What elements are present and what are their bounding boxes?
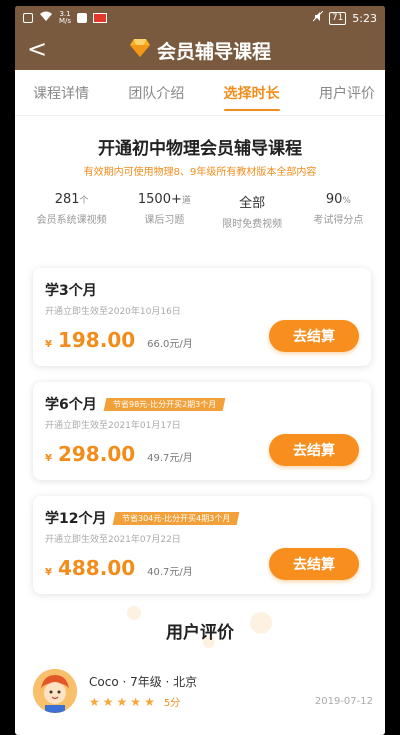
review-score: 5分 — [163, 698, 181, 709]
stat-label: 课后习题 — [144, 215, 185, 226]
course-intro: 开通初中物理会员辅导课程 有效期内可使用物理8、9年级所有教材版本全部内容 — [15, 116, 385, 178]
decorative-bubble — [127, 606, 141, 620]
stat-videos: 281个 会员系统课视频 — [37, 192, 107, 230]
savings-badge-text: 节省304元-比分开买4期3个月 — [122, 513, 231, 523]
notification-icon — [77, 13, 88, 23]
course-subtitle: 有效期内可使用物理8、9年级所有教材版本全部内容 — [83, 167, 317, 178]
star-icon: ★ — [102, 694, 114, 709]
network-speed-unit: M/s — [59, 17, 72, 25]
stat-unit: 个 — [79, 196, 89, 206]
review-item: Coco · 7年级 · 北京 ★ ★ ★ ★ ★ 5分 2019-07-12 — [15, 659, 385, 713]
star-icon: ★ — [89, 694, 100, 709]
checkout-button[interactable]: 去结算 — [269, 320, 359, 352]
clock: 5:23 — [352, 11, 377, 25]
stat-value: 90 — [325, 192, 343, 207]
plan-card-3-months[interactable]: 学3个月 开通立即生效至2020年10月16日 ¥ 198.00 66.0元/月… — [33, 268, 371, 366]
stat-unit: % — [342, 196, 351, 206]
stat-value: 281 — [54, 192, 80, 207]
tab-bar: 课程详情 团队介绍 选择时长 用户评价 — [15, 70, 385, 116]
page-title: 会员辅导课程 — [129, 37, 271, 64]
status-bar: 3.1 M/s 71 5:23 — [15, 6, 385, 30]
plan-validity: 开通立即生效至2020年10月16日 — [45, 307, 181, 317]
plan-list: 学3个月 开通立即生效至2020年10月16日 ¥ 198.00 66.0元/月… — [15, 268, 385, 594]
back-button[interactable]: < — [23, 36, 51, 64]
decorative-bubble — [250, 612, 272, 634]
stat-label: 考试得分点 — [313, 215, 364, 226]
back-arrow-icon: < — [26, 35, 48, 63]
course-stats: 281个 会员系统课视频 1500+道 课后习题 全部 限时免费视频 90% 考… — [15, 192, 385, 230]
review-rating: ★ ★ ★ ★ ★ 5分 — [89, 694, 315, 710]
app-screen: 3.1 M/s 71 5:23 < 会员辅导课程 课程详情 团队介绍 选择时长 … — [15, 6, 385, 735]
star-icon: ★ — [116, 694, 128, 709]
tab-course-details[interactable]: 课程详情 — [33, 73, 89, 113]
avatar — [33, 669, 77, 713]
star-icon: ★ — [130, 694, 142, 709]
currency-symbol: ¥ — [45, 453, 52, 464]
diamond-icon — [129, 38, 151, 63]
savings-badge-text: 节省98元-比分开买2期3个月 — [112, 399, 216, 409]
mute-icon — [312, 10, 324, 25]
plan-price: 488.00 — [57, 556, 136, 580]
checkout-button[interactable]: 去结算 — [269, 434, 359, 466]
stat-score-points: 90% 考试得分点 — [313, 192, 363, 230]
review-user: Coco · 7年级 · 北京 — [89, 675, 198, 689]
plan-monthly-price: 49.7元/月 — [147, 453, 193, 464]
network-speed: 3.1 M/s — [59, 11, 71, 25]
plan-name: 学3个月 — [45, 283, 97, 299]
tab-choose-duration[interactable]: 选择时长 — [223, 73, 280, 113]
stat-value: 1500+ — [137, 192, 182, 207]
plan-card-6-months[interactable]: 学6个月 节省98元-比分开买2期3个月 开通立即生效至2021年01月17日 … — [33, 382, 371, 480]
stat-value: 全部 — [239, 196, 266, 211]
currency-symbol: ¥ — [45, 339, 52, 350]
plan-card-12-months[interactable]: 学12个月 节省304元-比分开买4期3个月 开通立即生效至2021年07月22… — [33, 496, 371, 594]
plan-name: 学6个月 — [45, 397, 97, 413]
stat-exercises: 1500+道 课后习题 — [138, 192, 191, 230]
plan-monthly-price: 66.0元/月 — [147, 339, 193, 350]
savings-badge: 节省98元-比分开买2期3个月 — [103, 397, 226, 411]
tab-user-reviews[interactable]: 用户评价 — [319, 73, 375, 113]
plan-validity: 开通立即生效至2021年07月22日 — [45, 535, 181, 545]
sim-card-icon — [23, 13, 33, 23]
stat-unit: 道 — [181, 196, 191, 206]
savings-badge: 节省304元-比分开买4期3个月 — [113, 511, 241, 525]
battery-indicator: 71 — [328, 11, 347, 25]
plan-price: 198.00 — [57, 328, 136, 352]
plan-validity: 开通立即生效至2021年01月17日 — [45, 421, 181, 431]
reviews-section-title: 用户评价 — [15, 606, 385, 648]
star-icon: ★ — [144, 694, 155, 709]
stat-label: 会员系统课视频 — [36, 215, 107, 226]
currency-symbol: ¥ — [45, 567, 52, 578]
page-title-text: 会员辅导课程 — [156, 40, 271, 63]
stat-label: 限时免费视频 — [222, 219, 283, 230]
course-title: 开通初中物理会员辅导课程 — [98, 139, 302, 159]
review-date: 2019-07-12 — [314, 696, 373, 707]
reviews-title-text: 用户评价 — [166, 623, 234, 643]
stat-free-videos: 全部 限时免费视频 — [222, 192, 282, 230]
app-notification-icon — [93, 13, 108, 23]
plan-price: 298.00 — [57, 442, 136, 466]
plan-name: 学12个月 — [45, 511, 107, 527]
page-header: < 会员辅导课程 — [15, 30, 385, 70]
plan-monthly-price: 40.7元/月 — [147, 567, 193, 578]
tab-team-intro[interactable]: 团队介绍 — [128, 73, 184, 113]
wifi-icon — [39, 11, 53, 25]
checkout-button[interactable]: 去结算 — [269, 548, 359, 580]
